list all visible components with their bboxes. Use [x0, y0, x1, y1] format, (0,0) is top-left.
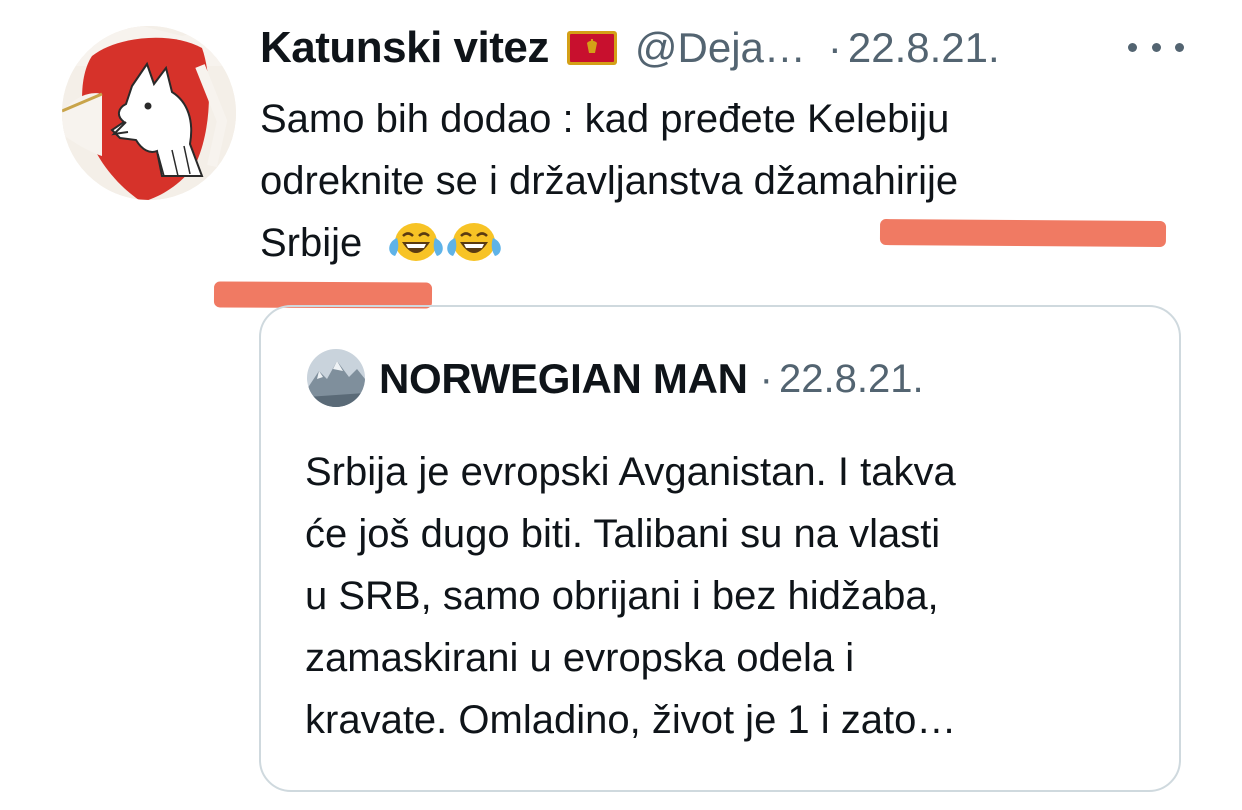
quoted-tweet-header: NORWEGIAN MAN · 22.8.21. [379, 351, 924, 407]
quoted-tweet-text: Srbija je evropski Avganistan. I takva ć… [305, 441, 1165, 751]
quoted-text-line: zamaskirani u evropska odela i [305, 636, 855, 680]
quoted-tweet-date[interactable]: 22.8.21. [779, 357, 924, 402]
author-handle[interactable]: @Deja… [635, 24, 806, 72]
mountain-photo-icon [307, 349, 365, 407]
author-avatar[interactable] [62, 26, 236, 200]
quoted-tweet-card[interactable]: NORWEGIAN MAN · 22.8.21. Srbija je evrop… [259, 305, 1181, 792]
quoted-author-avatar[interactable] [307, 349, 365, 407]
tweet-text-line: odreknite se i državljanstva džamahirije [260, 159, 959, 203]
tears-of-joy-emoji-icon [387, 218, 445, 261]
quoted-text-line: će još dugo biti. Talibani su na vlasti [305, 512, 941, 556]
tweet-header: Katunski vitez @Deja… · 22.8.21. [260, 20, 1000, 76]
tweet-text-last: Srbije [260, 221, 363, 265]
montenegro-flag-icon [566, 31, 617, 65]
quoted-text-line: Srbija je evropski Avganistan. I takva [305, 450, 956, 494]
header-separator: · [827, 24, 842, 71]
author-display-name[interactable]: Katunski vitez [260, 23, 549, 73]
tweet-date[interactable]: 22.8.21. [848, 24, 1000, 72]
quoted-text-line: u SRB, samo obrijani i bez hidžaba, [305, 574, 939, 618]
quoted-text-line: kravate. Omladino, život je 1 i zato… [305, 698, 957, 742]
quoted-author-display-name[interactable]: NORWEGIAN MAN [379, 355, 748, 403]
more-options-icon[interactable] [1128, 32, 1184, 62]
tears-of-joy-emoji-icon [445, 218, 503, 261]
tweet[interactable]: Katunski vitez @Deja… · 22.8.21. Samo bi… [0, 0, 1242, 810]
highlight-underline-dzamahirije [879, 219, 1167, 247]
quoted-header-separator: · [759, 356, 773, 401]
wolf-crest-icon [62, 26, 236, 200]
tweet-text-line: Samo bih dodao : kad pređete Kelebiju [260, 97, 950, 141]
